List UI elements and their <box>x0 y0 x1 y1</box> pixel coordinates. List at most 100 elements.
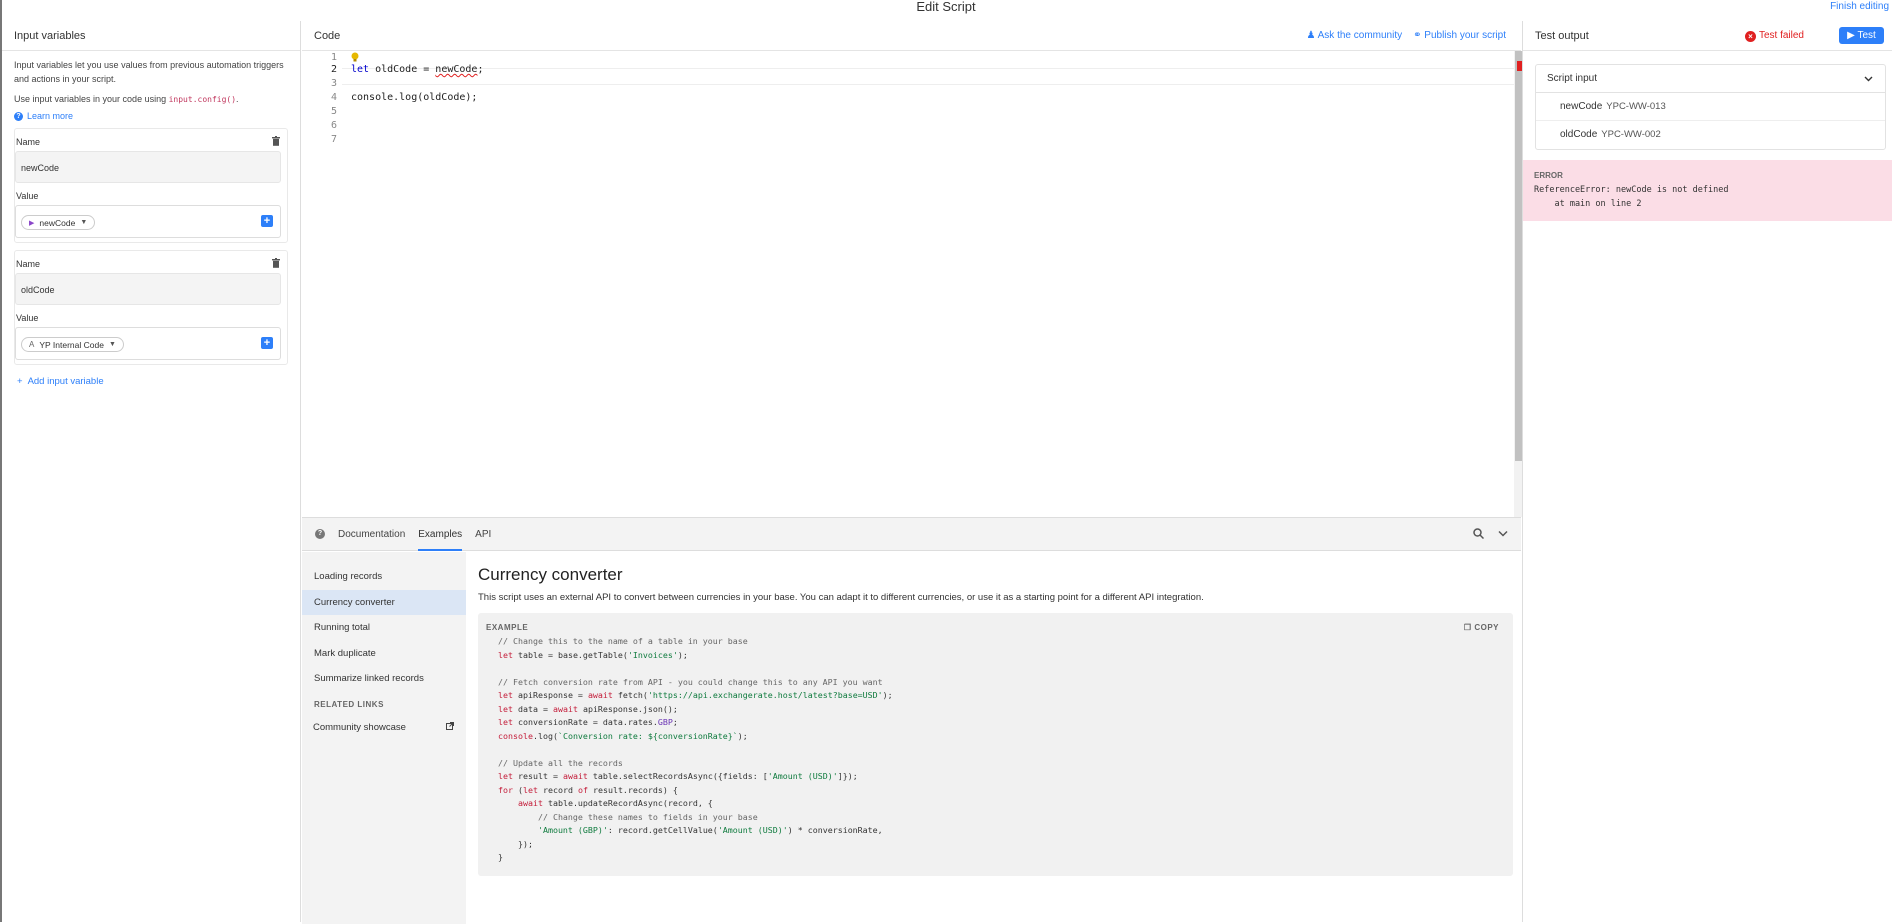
nav-item-mark-duplicate[interactable]: Mark duplicate <box>302 641 466 667</box>
code-token: 'Amount (GBP)' <box>498 825 608 835</box>
variable-card: Name oldCode Value A YP Internal Code ▼ … <box>14 250 288 365</box>
value-token[interactable]: A YP Internal Code ▼ <box>21 337 124 352</box>
error-token: newCode <box>435 64 478 75</box>
nav-item-loading-records[interactable]: Loading records <box>302 564 466 590</box>
code-token: } <box>498 852 503 862</box>
lightbulb-icon[interactable] <box>351 52 359 62</box>
script-input-section: Script input newCode YPC-WW-013 oldCode YP… <box>1535 64 1886 150</box>
code-text: ; <box>477 64 484 75</box>
publish-script-link[interactable]: ⚭ Publish your script <box>1413 21 1506 51</box>
community-showcase-link[interactable]: Community showcase <box>302 709 466 733</box>
code-comment: // Change these names to fields in your … <box>498 811 758 822</box>
code-token: await <box>562 771 588 781</box>
line-number: 6 <box>330 120 337 131</box>
code-token: 'Amount (USD)' <box>767 771 838 781</box>
code-token: record <box>538 784 578 795</box>
nav-item-running-total[interactable]: Running total <box>302 615 466 641</box>
line-number: 2 <box>330 64 337 75</box>
trash-icon[interactable] <box>272 136 280 146</box>
code-text: oldCode = <box>369 64 436 75</box>
line-number: 5 <box>330 106 337 117</box>
examples-nav: Loading records Currency converter Runni… <box>302 552 466 924</box>
search-icon[interactable] <box>1473 528 1484 539</box>
code-token: GBP <box>657 717 673 727</box>
code-token: conversionRate = data.rates. <box>513 717 658 727</box>
code-token: apiResponse = <box>513 690 588 700</box>
example-code-block: EXAMPLE ❐ COPY // Change this to the nam… <box>478 613 1513 876</box>
value-token[interactable]: ▶ newCode ▼ <box>21 215 96 230</box>
input-key: newCode <box>1560 101 1603 112</box>
code-token: ]}); <box>837 771 858 781</box>
input-key: oldCode <box>1560 129 1598 140</box>
add-input-variable-label: Add input variable <box>27 376 104 387</box>
code-token: let <box>498 703 513 714</box>
variable-name-input[interactable]: oldCode <box>15 273 281 305</box>
code-token: `Conversion rate: ${conversionRate}` <box>557 730 738 741</box>
panel-title: Code <box>314 30 341 42</box>
name-label: Name <box>16 137 41 147</box>
script-input-label: Script input <box>1547 73 1598 84</box>
intro-prefix: Use input variables in your code using <box>14 94 167 104</box>
code-token: 'Amount (USD)' <box>717 825 788 835</box>
text-field-icon: A <box>29 340 35 349</box>
code-line-4: console.log(oldCode); <box>351 92 478 103</box>
code-token: 'https://api.exchangerate.host/latest?ba… <box>647 690 883 700</box>
panel-title: Input variables <box>2 21 300 51</box>
value-label: Value <box>16 313 39 323</box>
code-header: Code ♟ Ask the community ⚭ Publish your … <box>302 21 1521 51</box>
tab-examples[interactable]: Examples <box>418 518 463 551</box>
add-value-button[interactable]: + <box>261 215 273 227</box>
variable-card: Name newCode Value ▶ newCode ▼ + <box>14 128 288 243</box>
test-button-label: Test <box>1857 30 1876 41</box>
help-icon[interactable]: ? <box>315 529 325 539</box>
code-token: }); <box>498 838 533 849</box>
code-token: console <box>498 730 533 741</box>
code-token: 'Invoices' <box>627 649 678 660</box>
community-showcase-label: Community showcase <box>313 721 406 733</box>
chevron-down-icon[interactable] <box>1498 528 1508 539</box>
finish-editing-link[interactable]: Finish editing <box>1830 0 1889 14</box>
error-message: ReferenceError: newCode is not defined <box>1534 185 1729 195</box>
trash-icon[interactable] <box>272 258 280 268</box>
example-title: Currency converter <box>478 565 623 584</box>
script-input-toggle[interactable]: Script input <box>1536 65 1885 93</box>
code-token: .log( <box>532 730 558 741</box>
test-button[interactable]: ▶ Test <box>1839 27 1884 44</box>
current-line-highlight <box>342 68 1514 85</box>
input-variables-panel: Input variables Input variables let you … <box>2 21 301 922</box>
ask-community-link[interactable]: ♟ Ask the community <box>1306 21 1402 51</box>
copy-button[interactable]: ❐ COPY <box>1464 623 1499 632</box>
variable-value-field[interactable]: A YP Internal Code ▼ + <box>15 327 281 360</box>
code-token: ) * conversionRate, <box>787 825 883 835</box>
plus-icon: + <box>17 376 23 387</box>
add-value-button[interactable]: + <box>261 337 273 349</box>
name-label: Name <box>16 259 41 269</box>
code-token: of <box>577 784 588 795</box>
code-comment: // Update all the records <box>498 757 623 768</box>
intro-paragraph-code: Use input variables in your code using i… <box>14 92 288 107</box>
add-input-variable-button[interactable]: + Add input variable <box>2 365 300 387</box>
line-number: 3 <box>330 78 337 89</box>
code-token: table.selectRecordsAsync({fields: [ <box>587 771 768 781</box>
code-token: apiResponse.json(); <box>577 703 678 714</box>
nav-item-currency-converter[interactable]: Currency converter <box>302 589 466 615</box>
copy-icon: ❐ <box>1463 623 1472 632</box>
scrollbar-thumb[interactable] <box>1515 51 1522 461</box>
code-comment: // Change this to the name of a table in… <box>498 636 748 646</box>
test-output-panel: Test output × Test failed ▶ Test Script i… <box>1522 21 1892 922</box>
example-label: EXAMPLE <box>486 623 529 632</box>
trigger-icon: ▶ <box>29 219 35 227</box>
tab-documentation[interactable]: Documentation <box>338 529 405 540</box>
chevron-down-icon: ▼ <box>108 341 116 348</box>
nav-item-summarize-linked-records[interactable]: Summarize linked records <box>302 666 466 692</box>
inline-code: input.config() <box>168 95 237 104</box>
code-editor[interactable]: 1 2 3 4 5 6 7 let oldCode = newCode; con… <box>302 51 1514 517</box>
chevron-down-icon <box>1864 76 1873 82</box>
input-row: oldCode YPC-WW-002 <box>1536 121 1885 149</box>
learn-more-link[interactable]: ? Learn more <box>2 111 300 121</box>
variable-value-field[interactable]: ▶ newCode ▼ + <box>15 205 281 238</box>
code-token: let <box>498 771 513 781</box>
tab-api[interactable]: API <box>475 529 491 540</box>
variable-name-input[interactable]: newCode <box>15 151 281 183</box>
title-bar: Edit Script Finish editing <box>0 0 1892 14</box>
